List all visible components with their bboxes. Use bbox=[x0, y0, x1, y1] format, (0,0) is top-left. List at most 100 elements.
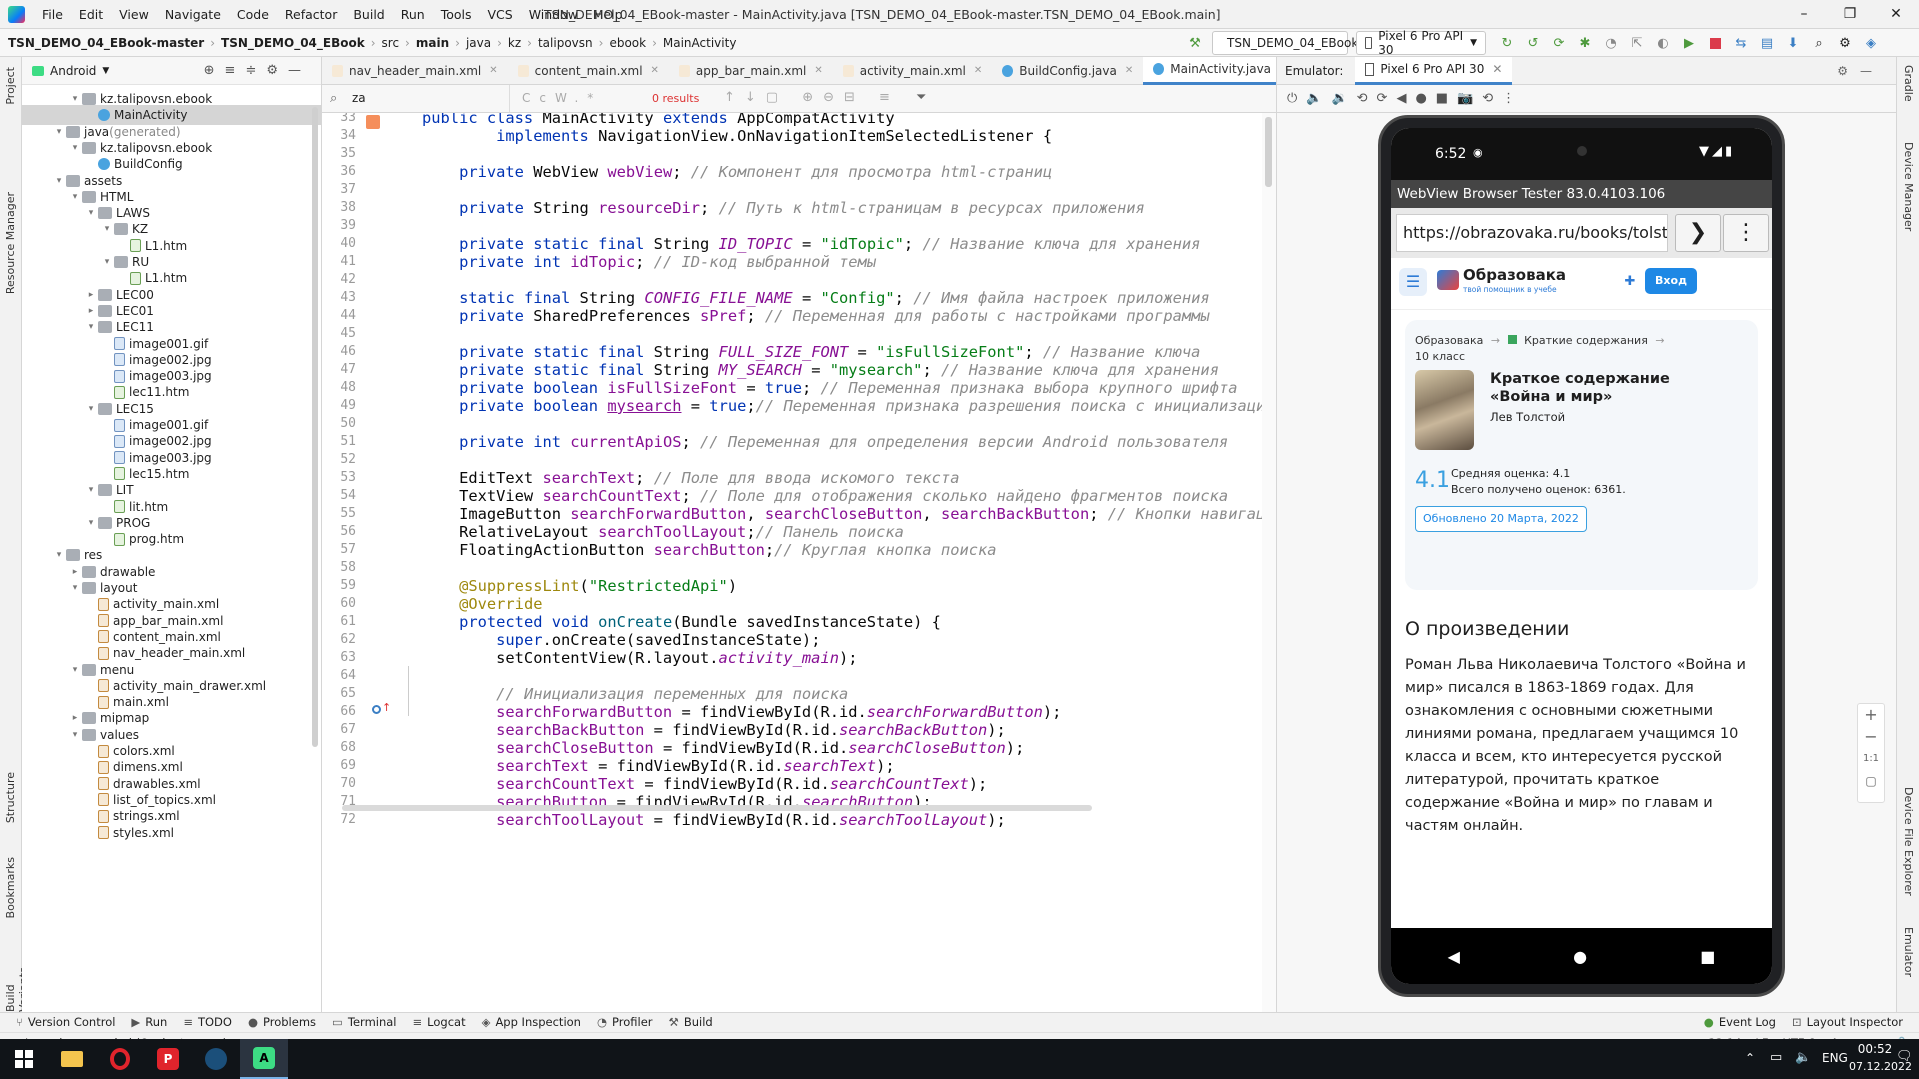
emulator-tool-button[interactable]: Emulator bbox=[1902, 927, 1915, 977]
breadcrumb-item[interactable]: TSN_DEMO_04_EBook bbox=[221, 36, 365, 50]
fit-screen-icon[interactable]: ▢ bbox=[1858, 770, 1884, 792]
chevron-down-icon[interactable]: ▼ bbox=[102, 66, 109, 76]
filter-icon[interactable]: ⏷ bbox=[916, 90, 926, 105]
home-icon[interactable]: ● bbox=[1573, 947, 1587, 966]
coverage-icon[interactable]: ◐ bbox=[1653, 33, 1673, 53]
attach-debugger-icon[interactable]: ⇱ bbox=[1627, 33, 1647, 53]
editor-tab[interactable]: MainActivity.java✕ bbox=[1143, 56, 1298, 85]
expand-arrow-icon[interactable]: ▾ bbox=[84, 480, 98, 500]
steam-icon[interactable] bbox=[192, 1039, 240, 1079]
emulator-controls[interactable]: ⏻🔈🔉⟲⟳◀●■📷⟲⋮ bbox=[1287, 91, 1524, 106]
menu-view[interactable]: View bbox=[111, 0, 157, 29]
android-studio-taskbar-icon[interactable]: A bbox=[240, 1039, 288, 1079]
debug-icon[interactable]: ✱ bbox=[1575, 33, 1595, 53]
crumb-link[interactable]: 10 класс bbox=[1415, 350, 1465, 363]
menu-run[interactable]: Run bbox=[393, 0, 433, 29]
find-input[interactable]: za bbox=[322, 85, 510, 112]
tab-pixel6pro[interactable]: Pixel 6 Pro API 30 ✕ bbox=[1355, 56, 1513, 85]
panel-actions[interactable]: ⊕≡≑⚙— bbox=[204, 63, 311, 78]
breadcrumb-item[interactable]: kz bbox=[508, 29, 521, 57]
breadcrumb-item[interactable]: src bbox=[382, 29, 400, 57]
tool-window-terminal[interactable]: ▭ Terminal bbox=[332, 1013, 396, 1032]
clock-time[interactable]: 00:52 bbox=[1853, 1042, 1897, 1056]
tool-window-build[interactable]: ⚒ Build bbox=[669, 1013, 713, 1032]
settings-icon[interactable]: ⚙ bbox=[1835, 33, 1855, 53]
scroll-thumb[interactable] bbox=[1265, 117, 1272, 187]
tool-window-run[interactable]: ▶ Run bbox=[131, 1013, 167, 1032]
horizontal-scrollbar[interactable] bbox=[342, 805, 1092, 811]
tree-scrollbar[interactable] bbox=[312, 107, 318, 747]
crumb-link[interactable]: Образовака bbox=[1415, 334, 1483, 347]
find-navigation[interactable]: ↑↓▢ ⊕⊖⊟ ≡ bbox=[724, 90, 900, 105]
assistant-icon[interactable]: ◈ bbox=[1861, 33, 1881, 53]
close-icon[interactable]: ✕ bbox=[1125, 57, 1133, 85]
app-p-icon[interactable]: P bbox=[144, 1039, 192, 1079]
expand-arrow-icon[interactable]: ▾ bbox=[84, 203, 98, 223]
editor-tab[interactable]: app_bar_main.xml ✕ bbox=[669, 57, 833, 85]
hamburger-menu-icon[interactable]: ☰ bbox=[1399, 268, 1427, 296]
override-icon[interactable] bbox=[372, 705, 381, 714]
menu-refactor[interactable]: Refactor bbox=[277, 0, 345, 29]
tool-window-app-inspection[interactable]: ◈ App Inspection bbox=[482, 1013, 581, 1032]
project-view-select[interactable]: Android bbox=[50, 64, 96, 78]
zoom-in-button[interactable]: + bbox=[1858, 704, 1884, 726]
device-file-explorer-tool-button[interactable]: Device File Explorer bbox=[1902, 787, 1915, 896]
emulator-settings[interactable]: ⚙— bbox=[1837, 64, 1884, 78]
crumb-link[interactable]: Краткие содержания bbox=[1524, 334, 1648, 347]
expand-arrow-icon[interactable]: ▾ bbox=[84, 399, 98, 419]
notifications-icon[interactable]: 🗨 bbox=[1896, 1049, 1913, 1064]
add-user-icon[interactable]: ✚ bbox=[1619, 270, 1641, 294]
editor-scrollbar[interactable] bbox=[1262, 113, 1276, 1012]
editor-tab[interactable]: nav_header_main.xml ✕ bbox=[322, 57, 508, 85]
restore-button[interactable]: ❐ bbox=[1827, 0, 1873, 29]
language-indicator[interactable]: ENG bbox=[1822, 1051, 1848, 1065]
search-everywhere-icon[interactable]: ⌕ bbox=[1809, 33, 1829, 53]
profile-icon[interactable]: ◔ bbox=[1601, 33, 1621, 53]
close-icon[interactable]: ✕ bbox=[974, 57, 982, 85]
network-icon[interactable]: ▭ bbox=[1770, 1050, 1782, 1065]
close-icon[interactable]: ✕ bbox=[651, 57, 659, 85]
rerun-icon[interactable]: ↻ bbox=[1497, 33, 1517, 53]
menu-file[interactable]: File bbox=[34, 0, 71, 29]
menu-build[interactable]: Build bbox=[345, 0, 392, 29]
more-menu-button[interactable]: ⋮ bbox=[1723, 214, 1769, 252]
run-icon[interactable]: ▶ bbox=[1679, 33, 1699, 53]
close-button[interactable]: ✕ bbox=[1873, 0, 1919, 29]
expand-arrow-icon[interactable]: ▾ bbox=[52, 171, 66, 191]
clock-date[interactable]: 07.12.2022 bbox=[1849, 1060, 1912, 1073]
breadcrumb-item[interactable]: main bbox=[416, 36, 449, 50]
stop-icon[interactable] bbox=[1705, 33, 1725, 53]
breadcrumb-item[interactable]: ebook bbox=[609, 29, 646, 57]
breadcrumb-item[interactable]: talipovsn bbox=[538, 29, 593, 57]
explorer-icon[interactable] bbox=[48, 1039, 96, 1079]
start-button[interactable] bbox=[0, 1039, 48, 1079]
expand-arrow-icon[interactable]: ▾ bbox=[52, 122, 66, 142]
expand-arrow-icon[interactable]: ▾ bbox=[84, 317, 98, 337]
avd-manager-icon[interactable]: ▤ bbox=[1757, 33, 1777, 53]
sync-icon[interactable]: ⇆ bbox=[1731, 33, 1751, 53]
tree-node[interactable]: styles.xml bbox=[84, 823, 174, 843]
apply-changes-icon[interactable]: ↺ bbox=[1523, 33, 1543, 53]
expand-arrow-icon[interactable]: ▾ bbox=[68, 660, 82, 680]
expand-arrow-icon[interactable]: ▾ bbox=[100, 219, 114, 239]
zoom-actual-size-button[interactable]: 1:1 bbox=[1858, 748, 1884, 770]
expand-arrow-icon[interactable]: ▾ bbox=[52, 545, 66, 565]
close-icon[interactable]: ✕ bbox=[1492, 62, 1502, 76]
url-input[interactable]: https://obrazovaka.ru/books/tolstoy bbox=[1396, 214, 1668, 252]
webview-content[interactable]: ☰ Образовака твой помощник в учебе ✚ Вхо… bbox=[1391, 258, 1772, 928]
tool-window-problems[interactable]: ● Problems bbox=[248, 1013, 316, 1032]
menu-edit[interactable]: Edit bbox=[71, 0, 111, 29]
opera-icon[interactable] bbox=[96, 1039, 144, 1079]
menu-tools[interactable]: Tools bbox=[433, 0, 480, 29]
recents-icon[interactable]: ■ bbox=[1700, 947, 1715, 966]
run-config-select[interactable]: TSN_DEMO_04_EBook ▼ bbox=[1212, 31, 1365, 55]
resource-manager-tool-button[interactable]: Resource Manager bbox=[4, 192, 17, 294]
device-select[interactable]: Pixel 6 Pro API 30 ▼ bbox=[1356, 29, 1486, 57]
menu-vcs[interactable]: VCS bbox=[480, 0, 521, 29]
tool-window-todo[interactable]: ≡ TODO bbox=[183, 1013, 232, 1032]
breadcrumb-item[interactable]: MainActivity bbox=[663, 29, 737, 57]
menu-navigate[interactable]: Navigate bbox=[157, 0, 229, 29]
layout-inspector-button[interactable]: ⊡ Layout Inspector bbox=[1792, 1013, 1903, 1032]
phone-screen[interactable]: 6:52 ◉ ▼◢▮ WebView Browser Tester 83.0.4… bbox=[1391, 128, 1772, 984]
back-icon[interactable]: ◀ bbox=[1448, 947, 1460, 966]
